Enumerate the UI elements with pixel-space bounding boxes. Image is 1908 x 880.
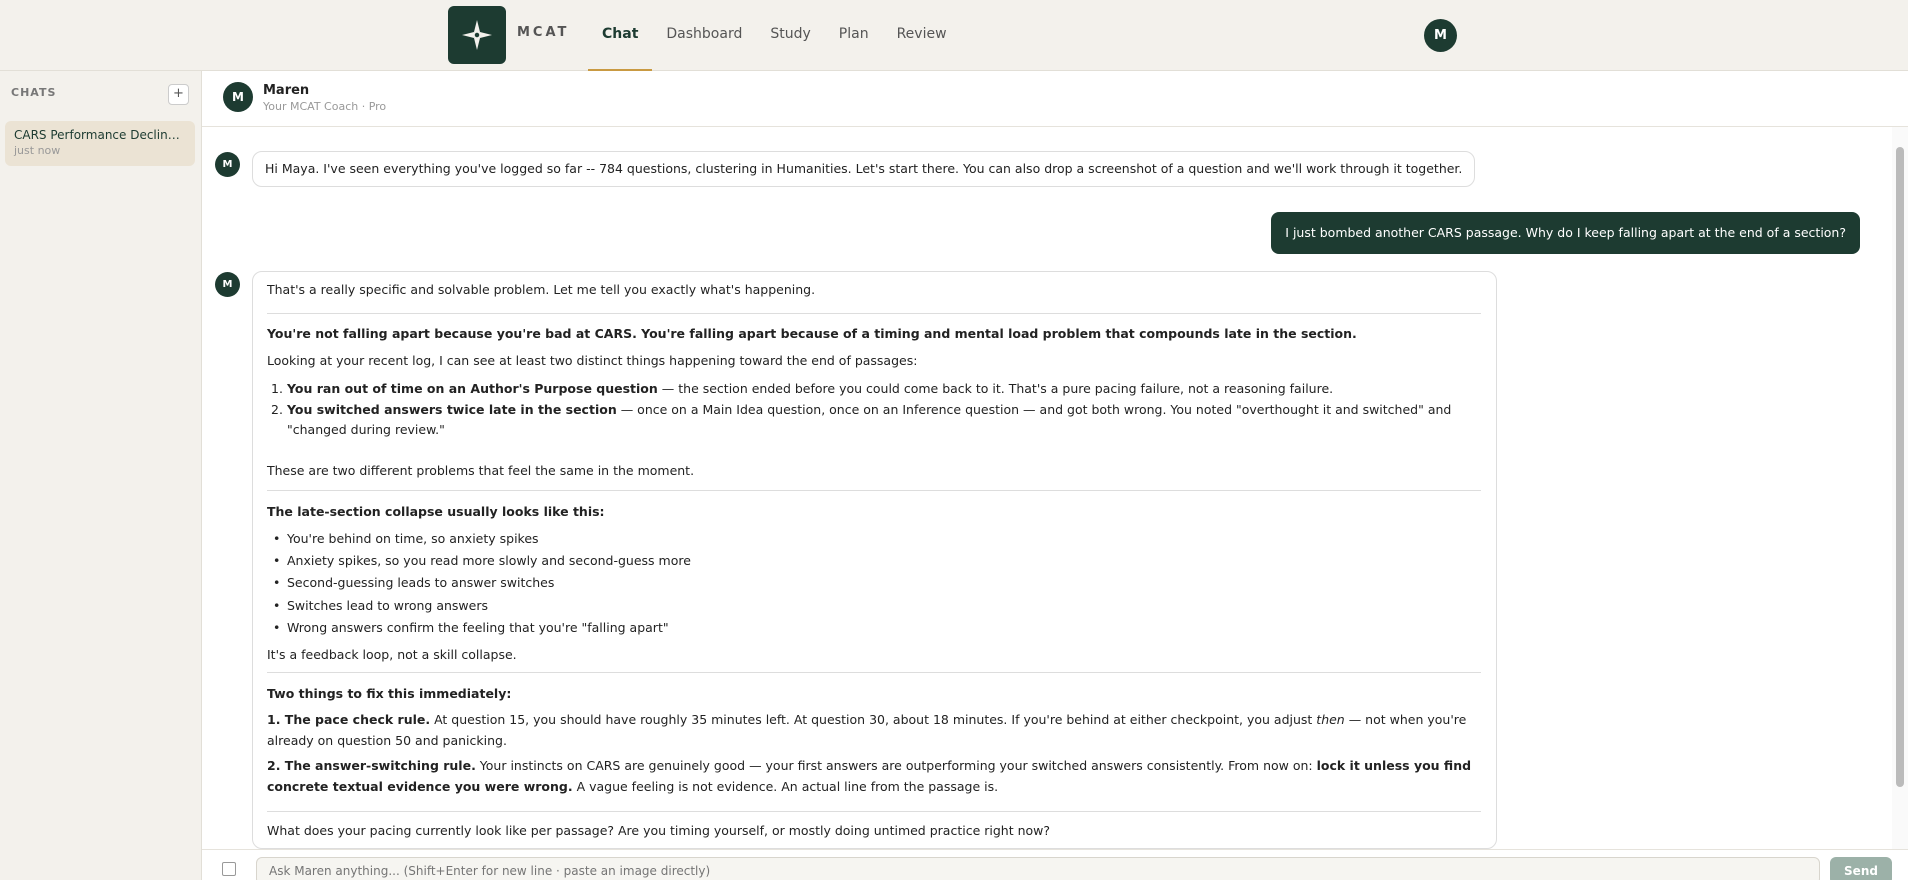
nav-plan[interactable]: Plan bbox=[825, 0, 883, 71]
reply-opening: That's a really specific and solvable pr… bbox=[267, 282, 816, 297]
nav-review[interactable]: Review bbox=[883, 0, 961, 71]
message-input[interactable] bbox=[256, 857, 1820, 880]
brand-name: MCAT bbox=[517, 25, 570, 40]
coach-name: Maren bbox=[263, 83, 310, 98]
reply-log-intro: Looking at your recent log, I can see at… bbox=[267, 353, 918, 368]
composer: Send bbox=[202, 849, 1908, 880]
coach-reply: That's a really specific and solvable pr… bbox=[252, 271, 1497, 849]
bullet-text: Wrong answers confirm the feeling that y… bbox=[287, 620, 669, 635]
coach-message-avatar: M bbox=[215, 152, 240, 177]
fix-2-label: 2. The answer-switching rule. bbox=[267, 758, 476, 773]
coach-message: Hi Maya. I've seen everything you've log… bbox=[252, 151, 1476, 187]
list-item: • You're behind on time, so anxiety spike… bbox=[273, 531, 539, 546]
coach-subtitle: Your MCAT Coach · Pro bbox=[263, 100, 387, 113]
divider bbox=[267, 672, 1481, 673]
chat-list-item[interactable]: CARS Performance Decline ... just now bbox=[5, 121, 195, 166]
list-item-bold: You switched answers twice late in the s… bbox=[287, 402, 617, 417]
chat-main: M Maren Your MCAT Coach · Pro M Hi Maya.… bbox=[202, 71, 1908, 880]
reply-fix-2: 2. The answer-switching rule. Your insti… bbox=[267, 755, 1481, 797]
top-bar: MCAT Chat Dashboard Study Plan Review M bbox=[0, 0, 1908, 71]
main-nav: Chat Dashboard Study Plan Review bbox=[588, 0, 961, 71]
list-item: • Second-guessing leads to answer switche… bbox=[273, 575, 555, 590]
user-message: I just bombed another CARS passage. Why … bbox=[1271, 212, 1860, 254]
user-avatar[interactable]: M bbox=[1424, 19, 1457, 52]
chat-title: CARS Performance Decline ... bbox=[14, 128, 186, 142]
list-item-bold: You ran out of time on an Author's Purpo… bbox=[287, 381, 658, 396]
fix-2-tail: A vague feeling is not evidence. An actu… bbox=[572, 779, 999, 794]
reply-fix-heading: Two things to fix this immediately: bbox=[267, 686, 512, 701]
compass-logo-icon bbox=[462, 20, 492, 50]
reply-collapse-heading: The late-section collapse usually looks … bbox=[267, 504, 605, 519]
chat-timestamp: just now bbox=[14, 144, 61, 157]
reply-ordered-list: 1. You ran out of time on an Author's Pur… bbox=[267, 378, 1481, 440]
list-item: • Wrong answers confirm the feeling that … bbox=[273, 620, 669, 635]
divider bbox=[267, 490, 1481, 491]
list-item: 2. You switched answers twice late in the… bbox=[271, 402, 1452, 437]
list-item: • Switches lead to wrong answers bbox=[273, 598, 488, 613]
coach-avatar: M bbox=[223, 82, 253, 112]
coach-message-avatar: M bbox=[215, 272, 240, 297]
list-item: 1. You ran out of time on an Author's Pur… bbox=[271, 381, 1334, 396]
chat-sidebar: CHATS + CARS Performance Decline ... jus… bbox=[0, 71, 202, 880]
coach-header: M Maren Your MCAT Coach · Pro bbox=[202, 71, 1908, 127]
send-button[interactable]: Send bbox=[1830, 857, 1892, 880]
nav-dashboard[interactable]: Dashboard bbox=[652, 0, 756, 71]
attach-icon[interactable] bbox=[222, 862, 236, 876]
app-logo[interactable] bbox=[448, 6, 506, 64]
bullet-text: Switches lead to wrong answers bbox=[287, 598, 488, 613]
divider bbox=[267, 313, 1481, 314]
reply-fix-1: 1. The pace check rule. At question 15, … bbox=[267, 709, 1481, 751]
new-chat-button[interactable]: + bbox=[168, 84, 189, 105]
reply-bullet-list: • You're behind on time, so anxiety spike… bbox=[267, 528, 1481, 639]
fix-1-text: At question 15, you should have roughly … bbox=[430, 712, 1317, 727]
list-item: • Anxiety spikes, so you read more slowly… bbox=[273, 553, 691, 568]
chat-scrollbar[interactable] bbox=[1892, 127, 1908, 849]
sidebar-heading: CHATS bbox=[11, 86, 57, 99]
bullet-text: Anxiety spikes, so you read more slowly … bbox=[287, 553, 691, 568]
reply-two-problems: These are two different problems that fe… bbox=[267, 463, 695, 478]
reply-question: What does your pacing currently look lik… bbox=[267, 823, 1051, 838]
nav-chat[interactable]: Chat bbox=[588, 0, 653, 71]
reply-thesis: You're not falling apart because you're … bbox=[267, 326, 1357, 341]
bullet-text: Second-guessing leads to answer switches bbox=[287, 575, 555, 590]
message-list: M Hi Maya. I've seen everything you've l… bbox=[202, 127, 1892, 849]
nav-study[interactable]: Study bbox=[756, 0, 824, 71]
reply-loop: It's a feedback loop, not a skill collap… bbox=[267, 647, 517, 662]
fix-1-label: 1. The pace check rule. bbox=[267, 712, 431, 727]
scrollbar-thumb[interactable] bbox=[1896, 147, 1904, 787]
fix-1-emphasis: then bbox=[1316, 712, 1345, 727]
fix-2-text: Your instincts on CARS are genuinely goo… bbox=[475, 758, 1317, 773]
list-item-text: — the section ended before you could com… bbox=[657, 381, 1334, 396]
divider bbox=[267, 811, 1481, 812]
bullet-text: You're behind on time, so anxiety spikes bbox=[287, 531, 539, 546]
